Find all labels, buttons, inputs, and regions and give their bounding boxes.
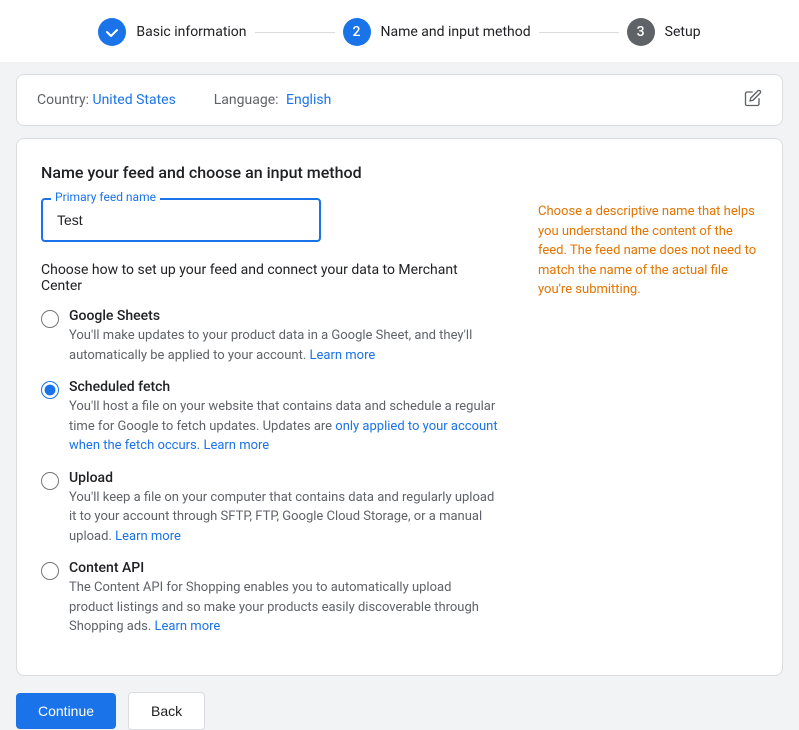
stepper: Basic information 2 Name and input metho… xyxy=(0,0,799,62)
radio-scheduled-fetch: Scheduled fetch You'll host a file on yo… xyxy=(41,379,498,456)
checkmark-icon xyxy=(104,24,120,40)
google-sheets-learn-more[interactable]: Learn more xyxy=(309,348,375,363)
info-bar: Country: United States Language: English xyxy=(16,74,783,126)
radio-upload-input[interactable] xyxy=(41,472,59,490)
step-3: 3 Setup xyxy=(627,18,701,46)
content-api-desc: The Content API for Shopping enables you… xyxy=(69,578,498,637)
scheduled-fetch-desc: You'll host a file on your website that … xyxy=(69,397,498,456)
google-sheets-label: Google Sheets xyxy=(69,308,498,324)
radio-google-sheets: Google Sheets You'll make updates to you… xyxy=(41,308,498,365)
radio-scheduled-fetch-input[interactable] xyxy=(41,381,59,399)
step-1-label: Basic information xyxy=(136,24,246,40)
google-sheets-desc: You'll make updates to your product data… xyxy=(69,326,498,365)
step-2-circle: 2 xyxy=(343,18,371,46)
step-1-circle xyxy=(98,18,126,46)
step-connector-1 xyxy=(255,32,335,33)
main-card: Name your feed and choose an input metho… xyxy=(16,138,783,676)
step-3-label: Setup xyxy=(665,24,701,40)
feed-name-input[interactable] xyxy=(41,198,321,242)
continue-button[interactable]: Continue xyxy=(16,693,116,729)
scheduled-fetch-label: Scheduled fetch xyxy=(69,379,498,395)
card-left: Primary feed name Choose how to set up y… xyxy=(41,198,498,651)
card-title: Name your feed and choose an input metho… xyxy=(41,163,758,182)
radio-content-api-input[interactable] xyxy=(41,562,59,580)
step-2-label: Name and input method xyxy=(381,24,531,40)
language-label: Language: xyxy=(214,92,279,108)
step-3-circle: 3 xyxy=(627,18,655,46)
step-connector-2 xyxy=(539,32,619,33)
radio-content-api: Content API The Content API for Shopping… xyxy=(41,560,498,637)
radio-google-sheets-input[interactable] xyxy=(41,310,59,328)
country-value: United States xyxy=(93,92,176,108)
scheduled-fetch-learn-more[interactable]: Learn more xyxy=(203,438,269,453)
edit-icon[interactable] xyxy=(744,89,762,111)
buttons-bar: Continue Back xyxy=(16,692,783,730)
card-content: Primary feed name Choose how to set up y… xyxy=(41,198,758,651)
input-label: Primary feed name xyxy=(51,190,160,204)
back-button[interactable]: Back xyxy=(128,692,205,730)
content-api-learn-more[interactable]: Learn more xyxy=(155,619,221,634)
upload-desc: You'll keep a file on your computer that… xyxy=(69,488,498,547)
card-hint: Choose a descriptive name that helps you… xyxy=(538,198,758,651)
upload-learn-more[interactable]: Learn more xyxy=(115,529,181,544)
upload-label: Upload xyxy=(69,470,498,486)
radio-upload: Upload You'll keep a file on your comput… xyxy=(41,470,498,547)
step-1: Basic information xyxy=(98,18,246,46)
feed-name-input-wrapper: Primary feed name xyxy=(41,198,321,242)
country-label: Country: xyxy=(37,92,89,108)
step-2: 2 Name and input method xyxy=(343,18,531,46)
radio-section-title: Choose how to set up your feed and conne… xyxy=(41,262,498,294)
language-value: English xyxy=(286,92,331,108)
content-api-label: Content API xyxy=(69,560,498,576)
country-language-text: Country: United States Language: English xyxy=(37,92,331,108)
